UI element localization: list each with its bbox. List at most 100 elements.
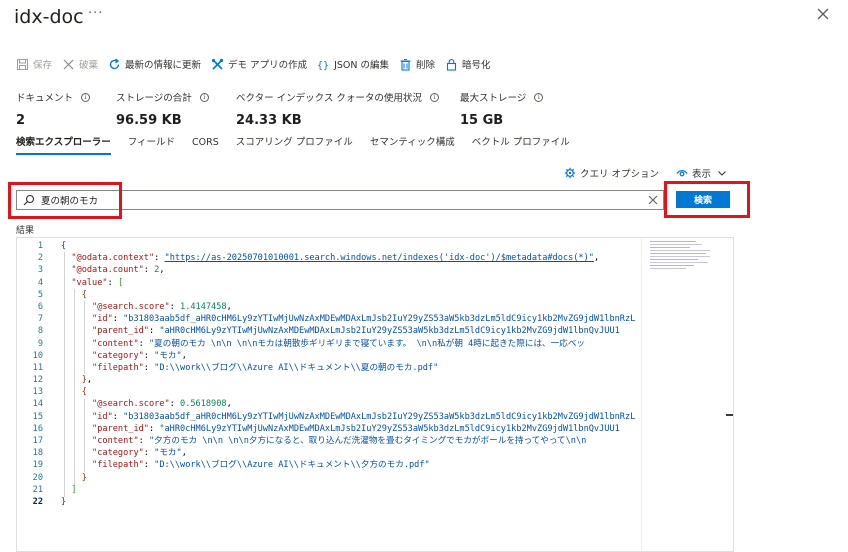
results-editor[interactable]: 1{ 2 "@odata.context": "https://as-20250… [16,237,734,552]
info-icon[interactable]: i [534,92,544,102]
tab-vector-profiles[interactable]: ベクトル プロファイル [472,137,570,157]
line-number: 6 [37,301,43,312]
line-number: 18 [32,448,43,459]
code-line: 3 "@odata.count": 2, [17,264,641,276]
info-icon[interactable]: i [81,92,91,102]
lock-icon [446,58,457,71]
json-value[interactable]: "https://as-20250701010001.search.window… [165,253,594,263]
create-demo-app-button[interactable]: デモ アプリの作成 [211,57,307,71]
line-number: 22 [32,496,43,507]
view-dropdown[interactable]: 表示 [676,166,728,180]
line-number: 19 [32,460,43,471]
stat-label: ベクター インデックス クォータの使用状況 [236,93,422,104]
line-number: 10 [32,350,43,361]
query-options-button[interactable]: クエリ オプション [564,166,659,180]
code-line: 10 "category": "モカ", [17,350,641,362]
clear-icon[interactable] [648,195,658,205]
code-minimap[interactable] [641,238,733,551]
edit-json-button[interactable]: {} JSON の編集 [317,57,389,71]
minimap-line [650,250,710,251]
minimap-line [650,256,710,257]
code-line: 11 "filepath": "D:\\work\\ブログ\\Azure AI\… [17,362,641,374]
json-value: "D:\\work\\ブログ\\Azure AI\\ドキュメント\\夏の朝のモカ… [154,362,439,373]
tools-icon [211,58,224,70]
more-options-button[interactable]: ··· [88,6,103,21]
close-icon [63,59,74,69]
search-button[interactable]: 検索 [676,191,730,208]
command-bar: 保存 破棄 最新の情報に更新 デモ アプリの作成 {} JSON の編集 削除 … [16,55,501,73]
search-icon [23,194,35,206]
json-key: "@odata.count" [71,265,144,276]
tab-semantic-config[interactable]: セマンティック構成 [370,137,455,157]
code-line: 19 "filepath": "D:\\work\\ブログ\\Azure AI\… [17,459,641,471]
save-button[interactable]: 保存 [16,57,52,71]
indent-guide [64,252,65,497]
delete-button[interactable]: 削除 [399,57,435,71]
json-value: "夏の朝のモカ \n\n \n\nモカは朝散歩ギリギリまで寝ています。 \n\n… [148,338,586,349]
edit-json-label: JSON の編集 [334,60,390,71]
line-number: 9 [37,338,43,349]
braces-icon: {} [317,60,329,71]
json-value: 1.4147458 [180,301,227,312]
view-label: 表示 [692,169,712,180]
stat-value: 96.59 KB [116,113,182,128]
line-number: 15 [32,411,43,422]
line-number: 5 [37,289,43,300]
json-key: "@search.score" [92,399,170,410]
json-key: "value" [71,277,108,288]
code-line: 22} [17,496,641,508]
line-number: 21 [32,484,43,495]
discard-button[interactable]: 破棄 [62,57,98,71]
code-line: 18 "category": "モカ", [17,447,641,459]
chevron-down-icon [718,171,726,176]
tab-cors[interactable]: CORS [192,137,219,157]
json-value: "モカ" [154,350,182,361]
search-input[interactable] [41,192,621,208]
encrypt-button[interactable]: 暗号化 [445,57,491,71]
json-key: "filepath" [92,362,144,373]
index-stats: ドキュメント i 2 ストレージの合計 i 96.59 KB ベクター インデックス… [0,90,848,130]
code-line: 6 "@search.score": 1.4147458, [17,301,641,313]
stat-label: ストレージの合計 [116,93,192,104]
line-number: 13 [32,387,43,398]
code-line: 8 "parent_id": "aHR0cHM6Ly9zYTIwMjUwNzAx… [17,325,641,337]
stat-value: 15 GB [460,113,504,128]
line-number: 3 [37,265,43,276]
json-code: 1{ 2 "@odata.context": "https://as-20250… [17,240,641,508]
search-box [16,190,664,210]
code-line: 1{ [17,240,641,252]
stat-value: 2 [16,113,26,128]
close-icon[interactable] [816,7,830,21]
minimap-line [650,244,702,245]
minimap-line [650,247,690,248]
json-key: "id" [92,411,113,422]
info-icon[interactable]: i [429,92,439,102]
json-key: "@odata.context" [71,253,155,264]
save-label: 保存 [33,60,53,71]
line-number: 12 [32,375,43,386]
code-line: 9 "content": "夏の朝のモカ \n\n \n\nモカは朝散歩ギリギリ… [17,338,641,350]
json-value: "D:\\work\\ブログ\\Azure AI\\ドキュメント\\夕方のモカ.… [154,460,430,471]
save-icon [17,58,28,70]
stat-vector-quota: ベクター インデックス クォータの使用状況 i 24.33 KB [236,90,439,128]
eye-icon [676,170,688,177]
svg-text:{}: {} [317,60,329,71]
tab-bar: 検索エクスプローラー フィールド CORS スコアリング プロファイル セマンテ… [16,137,587,157]
json-value: "b31803aab5df_aHR0cHM6Ly9zYTIwMjUwNzAxMD… [123,411,636,422]
refresh-button[interactable]: 最新の情報に更新 [108,57,201,71]
line-number: 4 [37,277,43,288]
minimap-line [650,265,694,266]
scroll-position-marker[interactable] [726,414,733,416]
stat-label: 最大ストレージ [460,93,527,104]
tab-scoring-profiles[interactable]: スコアリング プロファイル [236,137,353,157]
json-key: "category" [92,350,144,361]
trash-icon [400,58,411,71]
tab-search-explorer[interactable]: 検索エクスプローラー [16,137,111,157]
query-options-label: クエリ オプション [580,169,660,180]
json-value: "モカ" [154,448,182,459]
info-icon[interactable]: i [199,92,209,102]
line-number: 1 [37,241,43,251]
tab-fields[interactable]: フィールド [128,137,175,157]
minimap-line [650,241,696,242]
indent-guide [84,301,85,374]
